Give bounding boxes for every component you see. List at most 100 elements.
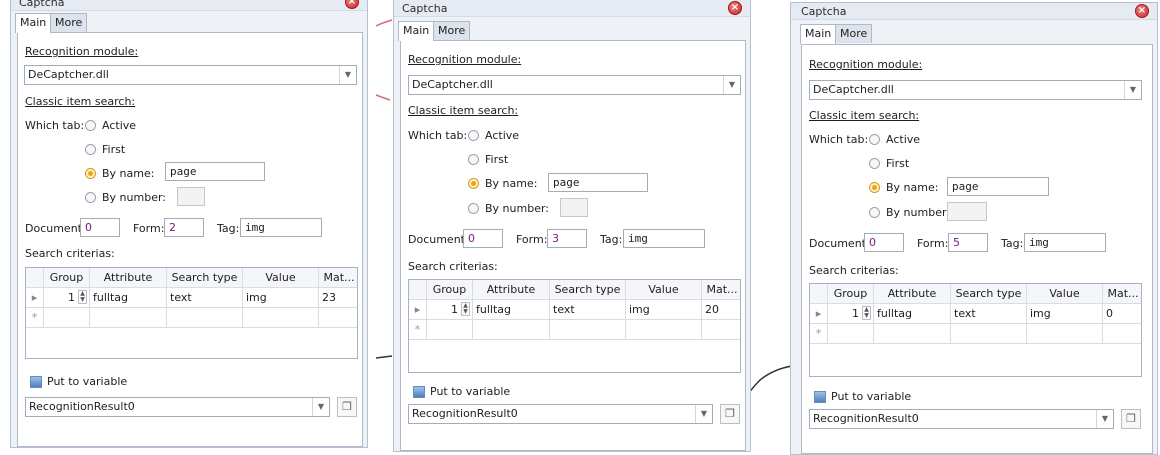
variable-combo[interactable]: RecognitionResult0 ▼ [809, 409, 1114, 429]
panel-body: Recognition module: DeCaptcher.dll ▼ Cla… [801, 44, 1153, 454]
chevron-down-icon[interactable]: ▼ [723, 76, 740, 94]
col-mat[interactable]: Mat... [702, 280, 740, 299]
cell-search-type[interactable]: text [550, 300, 626, 319]
col-group[interactable]: Group [44, 268, 90, 287]
cell-value[interactable]: img [626, 300, 702, 319]
tab-main[interactable]: Main [800, 24, 837, 44]
cell-attribute[interactable]: fulltag [90, 288, 167, 307]
cell-value[interactable]: img [243, 288, 319, 307]
col-value[interactable]: Value [1027, 284, 1103, 303]
table-row[interactable]: ▸ 1 ▲ ▼ fulltag text img 23 [26, 288, 357, 308]
col-value[interactable]: Value [626, 280, 702, 299]
panel-title-bar: Captcha × [11, 0, 367, 11]
chevron-down-icon[interactable]: ▼ [1096, 410, 1113, 428]
radio-first[interactable] [468, 154, 479, 165]
col-search-type[interactable]: Search type [167, 268, 243, 287]
form-label: Form: [917, 237, 949, 250]
close-icon[interactable]: × [1135, 4, 1149, 18]
cell-search-type[interactable]: text [951, 304, 1027, 323]
new-row[interactable]: * [810, 324, 1141, 344]
col-attribute[interactable]: Attribute [473, 280, 550, 299]
tab-more[interactable]: More [835, 24, 873, 43]
recognition-module-combo[interactable]: DeCaptcher.dll ▼ [408, 75, 741, 95]
tag-input[interactable]: img [1024, 233, 1106, 252]
by-number-input[interactable] [177, 187, 205, 206]
radio-first[interactable] [85, 144, 96, 155]
radio-by-number[interactable] [869, 207, 880, 218]
panel-title-bar: Captcha × [394, 0, 750, 17]
col-attribute[interactable]: Attribute [90, 268, 167, 287]
copy-icon[interactable]: ❐ [337, 397, 357, 417]
radio-first[interactable] [869, 158, 880, 169]
tab-main[interactable]: Main [15, 13, 52, 33]
radio-by-name[interactable] [85, 168, 96, 179]
cell-attribute[interactable]: fulltag [473, 300, 550, 319]
col-group[interactable]: Group [828, 284, 874, 303]
panel-title: Captcha [402, 2, 448, 15]
radio-active-label: Active [102, 119, 137, 132]
new-row[interactable]: * [409, 320, 740, 340]
chevron-down-icon[interactable]: ▼ [695, 405, 712, 423]
variable-combo[interactable]: RecognitionResult0 ▼ [408, 404, 713, 424]
document-label: Document: [25, 222, 86, 235]
form-input[interactable]: 2 [164, 218, 204, 237]
col-group[interactable]: Group [427, 280, 473, 299]
radio-by-number[interactable] [468, 203, 479, 214]
cell-search-type[interactable]: text [167, 288, 243, 307]
col-mat[interactable]: Mat... [319, 268, 357, 287]
close-icon[interactable]: × [345, 0, 359, 9]
spinner-icon[interactable]: ▲ ▼ [862, 306, 871, 320]
col-search-type[interactable]: Search type [550, 280, 626, 299]
spinner-icon[interactable]: ▲ ▼ [461, 302, 470, 316]
copy-icon[interactable]: ❐ [1121, 409, 1141, 429]
by-number-input[interactable] [560, 198, 588, 217]
radio-active[interactable] [869, 134, 880, 145]
by-name-input[interactable]: page [947, 177, 1049, 196]
table-row[interactable]: ▸ 1 ▲ ▼ fulltag text img 20 [409, 300, 740, 320]
copy-icon[interactable]: ❐ [720, 404, 740, 424]
document-input[interactable]: 0 [80, 218, 120, 237]
cell-mat[interactable]: 0 [1103, 304, 1141, 323]
radio-active[interactable] [468, 130, 479, 141]
put-to-variable-label: Put to variable [47, 375, 128, 388]
cell-mat[interactable]: 23 [319, 288, 357, 307]
variable-combo[interactable]: RecognitionResult0 ▼ [25, 397, 330, 417]
col-value[interactable]: Value [243, 268, 319, 287]
recognition-module-combo[interactable]: DeCaptcher.dll ▼ [24, 65, 357, 85]
col-attribute[interactable]: Attribute [874, 284, 951, 303]
tab-main[interactable]: Main [398, 21, 435, 41]
col-mat[interactable]: Mat... [1103, 284, 1141, 303]
document-input[interactable]: 0 [864, 233, 904, 252]
recognition-module-label: Recognition module: [408, 53, 522, 66]
spinner-icon[interactable]: ▲ ▼ [78, 290, 87, 304]
recognition-module-combo[interactable]: DeCaptcher.dll ▼ [809, 80, 1142, 100]
form-input[interactable]: 3 [547, 229, 587, 248]
chevron-down-icon[interactable]: ▼ [312, 398, 329, 416]
panel-body: Recognition module: DeCaptcher.dll ▼ Cla… [400, 40, 746, 451]
chevron-down-icon[interactable]: ▼ [1124, 81, 1141, 99]
cell-mat[interactable]: 20 [702, 300, 740, 319]
cell-attribute[interactable]: fulltag [874, 304, 951, 323]
chevron-down-icon[interactable]: ▼ [339, 66, 356, 84]
form-input[interactable]: 5 [948, 233, 988, 252]
cell-value[interactable]: img [1027, 304, 1103, 323]
tag-input[interactable]: img [240, 218, 322, 237]
radio-active[interactable] [85, 120, 96, 131]
tag-input[interactable]: img [623, 229, 705, 248]
document-input[interactable]: 0 [463, 229, 503, 248]
which-tab-label: Which tab: [408, 129, 468, 142]
radio-by-number[interactable] [85, 192, 96, 203]
radio-by-name[interactable] [468, 178, 479, 189]
row-indicator: ▸ [26, 288, 44, 307]
table-row[interactable]: ▸ 1 ▲ ▼ fulltag text img 0 [810, 304, 1141, 324]
panel-title: Captcha [19, 0, 65, 9]
close-icon[interactable]: × [728, 1, 742, 15]
by-number-input[interactable] [947, 202, 987, 221]
tab-more[interactable]: More [50, 13, 88, 32]
tab-more[interactable]: More [433, 21, 471, 40]
new-row[interactable]: * [26, 308, 357, 328]
by-name-input[interactable]: page [165, 162, 265, 181]
by-name-input[interactable]: page [548, 173, 648, 192]
radio-by-name[interactable] [869, 182, 880, 193]
col-search-type[interactable]: Search type [951, 284, 1027, 303]
